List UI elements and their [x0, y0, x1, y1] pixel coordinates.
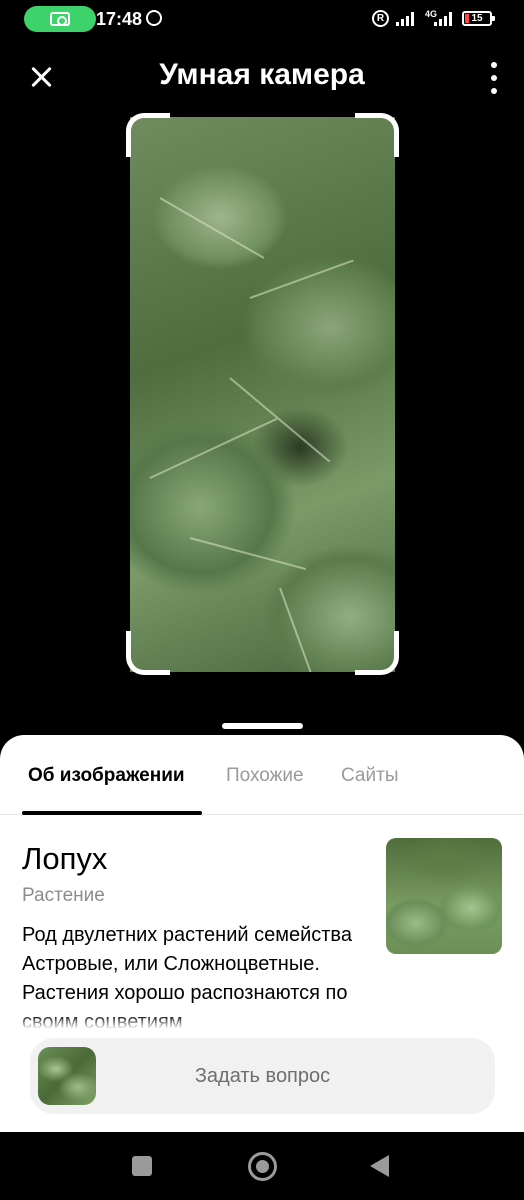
frame-corner-bottom-left: [126, 631, 170, 675]
status-bar: 17:48 R 4G 15: [0, 0, 524, 38]
captured-photo: [130, 117, 395, 672]
sheet-drag-handle[interactable]: [222, 723, 303, 729]
registered-icon: R: [372, 10, 389, 27]
system-nav-bar: [0, 1132, 524, 1200]
frame-corner-bottom-right: [355, 631, 399, 675]
status-time: 17:48: [96, 9, 143, 29]
page-title: Умная камера: [159, 58, 365, 91]
battery-level: 15: [471, 13, 483, 24]
active-tab-indicator: [22, 811, 202, 815]
entity-title[interactable]: Лопух: [22, 841, 107, 877]
tab-about-image[interactable]: Об изображении: [28, 765, 185, 787]
back-triangle-icon[interactable]: [370, 1155, 389, 1177]
ask-question-bar[interactable]: Задать вопрос: [30, 1038, 495, 1114]
signal-icon: [396, 12, 418, 26]
more-vertical-icon[interactable]: [480, 60, 508, 96]
tab-similar[interactable]: Похожие: [226, 765, 304, 787]
signal-icon-2: [434, 12, 456, 26]
tab-bar: Об изображении Похожие Сайты: [0, 735, 524, 815]
recents-square-icon[interactable]: [132, 1156, 152, 1176]
results-sheet: Об изображении Похожие Сайты Лопух Расте…: [0, 735, 524, 1132]
tab-sites[interactable]: Сайты: [341, 765, 398, 787]
entity-category: Растение: [22, 885, 105, 906]
frame-corner-top-left: [126, 113, 170, 157]
battery-icon: 15: [462, 11, 495, 26]
entity-thumbnail[interactable]: [386, 838, 502, 954]
home-circle-icon[interactable]: [248, 1152, 277, 1181]
ask-question-label: Задать вопрос: [194, 1065, 331, 1087]
camera-icon: [50, 12, 70, 26]
viber-icon: [146, 10, 162, 26]
frame-corner-top-right: [355, 113, 399, 157]
